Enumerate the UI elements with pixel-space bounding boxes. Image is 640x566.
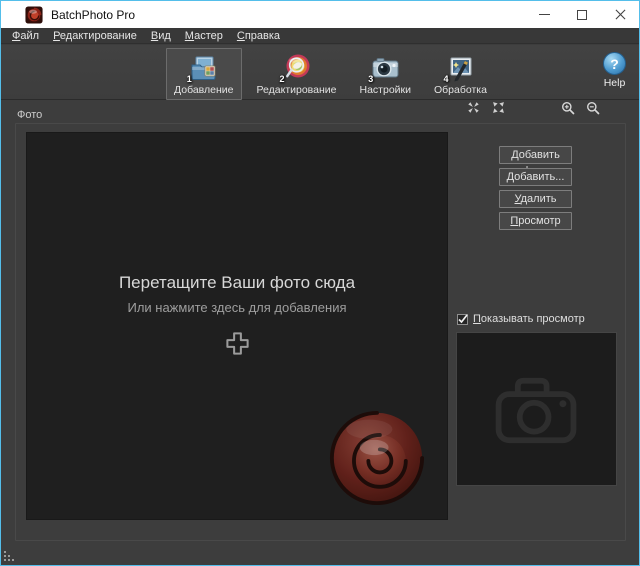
minimize-icon <box>539 14 550 15</box>
help-button[interactable]: ? Help <box>603 52 626 89</box>
menubar: Файл Редактирование Вид Мастер Справка <box>1 28 639 44</box>
toolbar-item-settings[interactable]: 3 Настройки <box>352 48 420 100</box>
photo-dropzone[interactable]: Перетащите Ваши фото сюда Или нажмите зд… <box>26 132 448 520</box>
add-photos-icon: 1 <box>189 53 219 83</box>
add-photo-button[interactable]: Добавить фото <box>499 146 572 164</box>
add-button[interactable]: Добавить... <box>499 168 572 186</box>
step-badge: 4 <box>443 74 448 84</box>
camera-outline-icon <box>489 371 585 448</box>
help-icon: ? <box>603 52 626 75</box>
menu-view[interactable]: Вид <box>144 29 178 43</box>
fit-arrows-in-button[interactable] <box>467 101 481 115</box>
dropzone-title: Перетащите Ваши фото сюда <box>27 273 447 293</box>
main-area: Фото Перетащите Ваши фото сюда Или нажми… <box>1 101 639 565</box>
app-icon <box>25 6 43 24</box>
window-controls <box>525 1 639 28</box>
preview-panel <box>456 332 617 486</box>
edit-target-icon: 2 <box>282 53 312 83</box>
toolbar-item-label: Добавление <box>174 84 234 96</box>
add-plus-icon[interactable] <box>27 330 447 357</box>
view-button[interactable]: Просмотр <box>499 212 572 230</box>
menu-file[interactable]: Файл <box>5 29 46 43</box>
app-window: BatchPhoto Pro Файл Редактирование Вид М… <box>0 0 640 566</box>
fit-arrows-out-button[interactable] <box>492 101 506 115</box>
toolbar-steps: 1 Добавление 2 <box>166 45 495 100</box>
zoom-out-button[interactable] <box>586 101 600 115</box>
toolbar-item-edit[interactable]: 2 Редактирование <box>249 48 345 100</box>
show-preview-checkbox-row[interactable]: Показывать просмотр <box>457 313 585 325</box>
batchphoto-watermark-icon <box>329 410 425 506</box>
titlebar: BatchPhoto Pro <box>1 1 639 28</box>
maximize-button[interactable] <box>563 1 601 28</box>
dropzone-subtitle: Или нажмите здесь для добавления <box>27 300 447 315</box>
close-icon <box>615 9 626 20</box>
show-preview-label: Показывать просмотр <box>473 313 585 325</box>
step-badge: 1 <box>187 74 192 84</box>
window-title: BatchPhoto Pro <box>51 8 135 22</box>
toolbar-item-process[interactable]: 4 Обработка <box>426 48 495 100</box>
close-button[interactable] <box>601 1 639 28</box>
settings-camera-icon: 3 <box>370 53 400 83</box>
photo-group-label: Фото <box>17 109 42 121</box>
toolbar: 1 Добавление 2 <box>1 45 639 100</box>
menu-help[interactable]: Справка <box>230 29 287 43</box>
toolbar-item-label: Настройки <box>360 84 412 96</box>
help-label: Help <box>604 77 626 89</box>
resize-grip[interactable] <box>4 551 16 563</box>
minimize-button[interactable] <box>525 1 563 28</box>
menu-master[interactable]: Мастер <box>178 29 230 43</box>
process-photo-icon: 4 <box>445 53 475 83</box>
toolbar-item-label: Обработка <box>434 84 487 96</box>
zoom-in-button[interactable] <box>561 101 575 115</box>
step-badge: 3 <box>368 74 373 84</box>
dropzone-text: Перетащите Ваши фото сюда Или нажмите зд… <box>27 273 447 357</box>
toolbar-item-label: Редактирование <box>257 84 337 96</box>
step-badge: 2 <box>280 74 285 84</box>
menu-edit[interactable]: Редактирование <box>46 29 144 43</box>
remove-button[interactable]: Удалить <box>499 190 572 208</box>
toolbar-item-add[interactable]: 1 Добавление <box>166 48 242 100</box>
maximize-icon <box>577 10 587 20</box>
checkbox-checked-icon[interactable] <box>457 314 468 325</box>
